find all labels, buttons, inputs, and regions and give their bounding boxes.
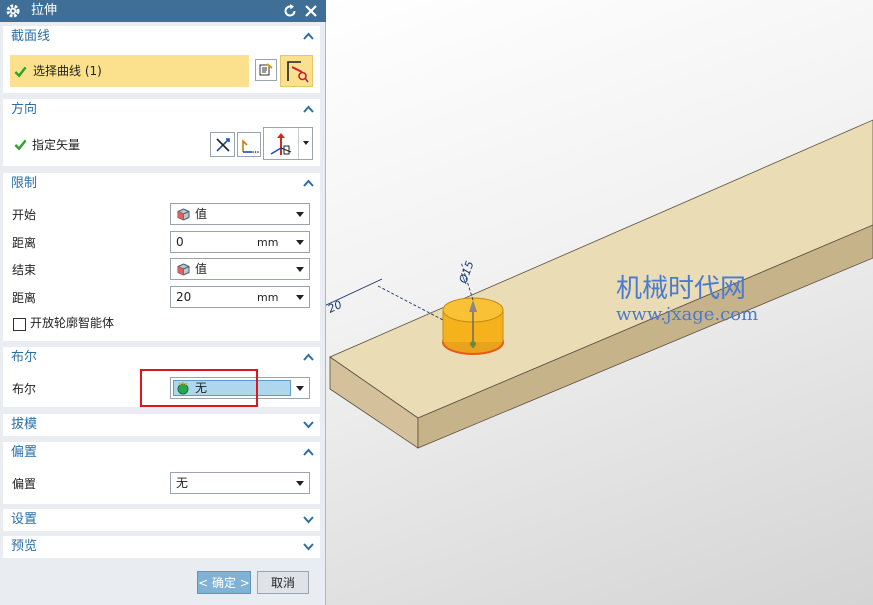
start-option-select[interactable]: 值 <box>170 203 310 225</box>
section-limits-header[interactable]: 限制 <box>3 173 320 195</box>
chevron-down-icon[interactable] <box>303 541 314 552</box>
section-settings-title: 设置 <box>11 512 38 527</box>
section-draft-title: 拔模 <box>11 417 38 432</box>
section-direction: 方向 指定矢量 <box>3 99 320 166</box>
curve-button[interactable] <box>280 55 313 87</box>
section-limits-title: 限制 <box>11 176 38 191</box>
graphics-viewport[interactable]: 20 Ø15 机械时代网 www.jxage.com <box>326 0 873 605</box>
section-preview-header[interactable]: 预览 <box>3 536 320 558</box>
section-offset-title: 偏置 <box>11 445 38 460</box>
end-distance-unit: mm <box>257 291 279 304</box>
section-direction-title: 方向 <box>11 102 38 117</box>
ok-button[interactable]: < 确定 > <box>197 571 251 594</box>
offset-label: 偏置 <box>12 477 37 491</box>
end-label: 结束 <box>12 263 37 277</box>
vector-dialog-button[interactable] <box>237 132 261 157</box>
vector-selector[interactable] <box>263 127 313 160</box>
value-cube-icon <box>177 263 190 276</box>
section-preview-title: 预览 <box>11 539 38 554</box>
start-label: 开始 <box>12 208 37 222</box>
boolean-label: 布尔 <box>12 382 37 396</box>
checkmark-icon <box>14 139 27 151</box>
reverse-direction-button[interactable] <box>210 132 235 157</box>
start-distance-label: 距离 <box>12 236 37 250</box>
section-curve-header[interactable]: 截面线 <box>3 26 320 48</box>
curve-icon <box>287 61 309 83</box>
section-boolean-title: 布尔 <box>11 350 38 365</box>
section-settings: 设置 <box>3 509 320 531</box>
reset-icon[interactable] <box>282 3 298 19</box>
section-curve: 截面线 选择曲线 (1) <box>3 26 320 93</box>
start-distance-value: 0 <box>176 235 184 249</box>
end-distance-label: 距离 <box>12 291 37 305</box>
open-profile-label: 开放轮廓智能体 <box>30 316 115 330</box>
section-settings-header[interactable]: 设置 <box>3 509 320 531</box>
section-draft: 拔模 <box>3 414 320 436</box>
vector-dialog-icon <box>242 139 259 153</box>
section-preview: 预览 <box>3 536 320 558</box>
value-cube-icon <box>177 208 190 221</box>
chevron-down-icon <box>296 386 304 391</box>
chevron-up-icon[interactable] <box>303 447 314 458</box>
vector-dropdown-arrow[interactable] <box>298 128 313 159</box>
chevron-down-icon <box>296 212 304 217</box>
checkmark-icon <box>14 66 27 78</box>
cancel-button[interactable]: 取消 <box>257 571 309 594</box>
end-distance-input[interactable]: 20 mm <box>170 286 310 308</box>
chevron-down-icon[interactable] <box>296 295 304 300</box>
highlight-box <box>140 369 258 407</box>
select-curve-row[interactable]: 选择曲线 (1) <box>10 55 249 87</box>
chevron-down-icon <box>296 481 304 486</box>
section-draft-header[interactable]: 拔模 <box>3 414 320 436</box>
model-scene: 20 Ø15 <box>326 119 873 449</box>
end-option-value: 值 <box>195 262 208 276</box>
end-option-select[interactable]: 值 <box>170 258 310 280</box>
section-offset-header[interactable]: 偏置 <box>3 442 320 464</box>
section-direction-header[interactable]: 方向 <box>3 99 320 121</box>
chevron-down-icon[interactable] <box>296 240 304 245</box>
sketch-section-button[interactable] <box>255 59 277 81</box>
chevron-up-icon[interactable] <box>303 31 314 42</box>
chevron-up-icon[interactable] <box>303 178 314 189</box>
dialog-title: 拉伸 <box>31 3 58 18</box>
dimension-line-1 <box>377 285 444 321</box>
select-curve-label: 选择曲线 (1) <box>33 64 102 78</box>
sketch-icon <box>259 63 273 76</box>
dialog-titlebar: 拉伸 <box>0 0 326 22</box>
watermark-url: www.jxage.com <box>616 304 759 325</box>
chevron-down-icon[interactable] <box>303 419 314 430</box>
origin-point <box>470 341 476 347</box>
chevron-down-icon[interactable] <box>303 514 314 525</box>
extrude-dialog: 拉伸 截面线 选择曲线 (1) 方向 指定矢量 限制 开始 值 距离 0 mm … <box>0 0 326 605</box>
chevron-up-icon[interactable] <box>303 352 314 363</box>
offset-select[interactable]: 无 <box>170 472 310 494</box>
reverse-direction-icon <box>216 138 230 152</box>
section-boolean-header[interactable]: 布尔 <box>3 347 320 369</box>
vector-axis-icon <box>270 133 292 155</box>
watermark-title: 机械时代网 <box>616 274 747 304</box>
end-distance-value: 20 <box>176 290 192 304</box>
chevron-up-icon[interactable] <box>303 104 314 115</box>
section-limits: 限制 开始 值 距离 0 mm 结束 值 距离 20 mm 开放轮廓智能体 <box>3 173 320 341</box>
start-distance-input[interactable]: 0 mm <box>170 231 310 253</box>
gear-icon[interactable] <box>5 3 21 19</box>
open-profile-checkbox[interactable] <box>13 318 26 331</box>
chevron-down-icon <box>296 267 304 272</box>
start-option-value: 值 <box>195 207 208 221</box>
chevron-down-icon <box>303 141 309 145</box>
start-distance-unit: mm <box>257 236 279 249</box>
dimension-label-20: 20 <box>326 298 344 316</box>
offset-value: 无 <box>176 476 189 490</box>
specify-vector-label: 指定矢量 <box>32 138 81 152</box>
dimension-label-diameter: Ø15 <box>456 259 476 286</box>
section-curve-title: 截面线 <box>11 29 51 44</box>
section-offset: 偏置 偏置 无 <box>3 442 320 504</box>
close-icon[interactable] <box>303 3 319 19</box>
